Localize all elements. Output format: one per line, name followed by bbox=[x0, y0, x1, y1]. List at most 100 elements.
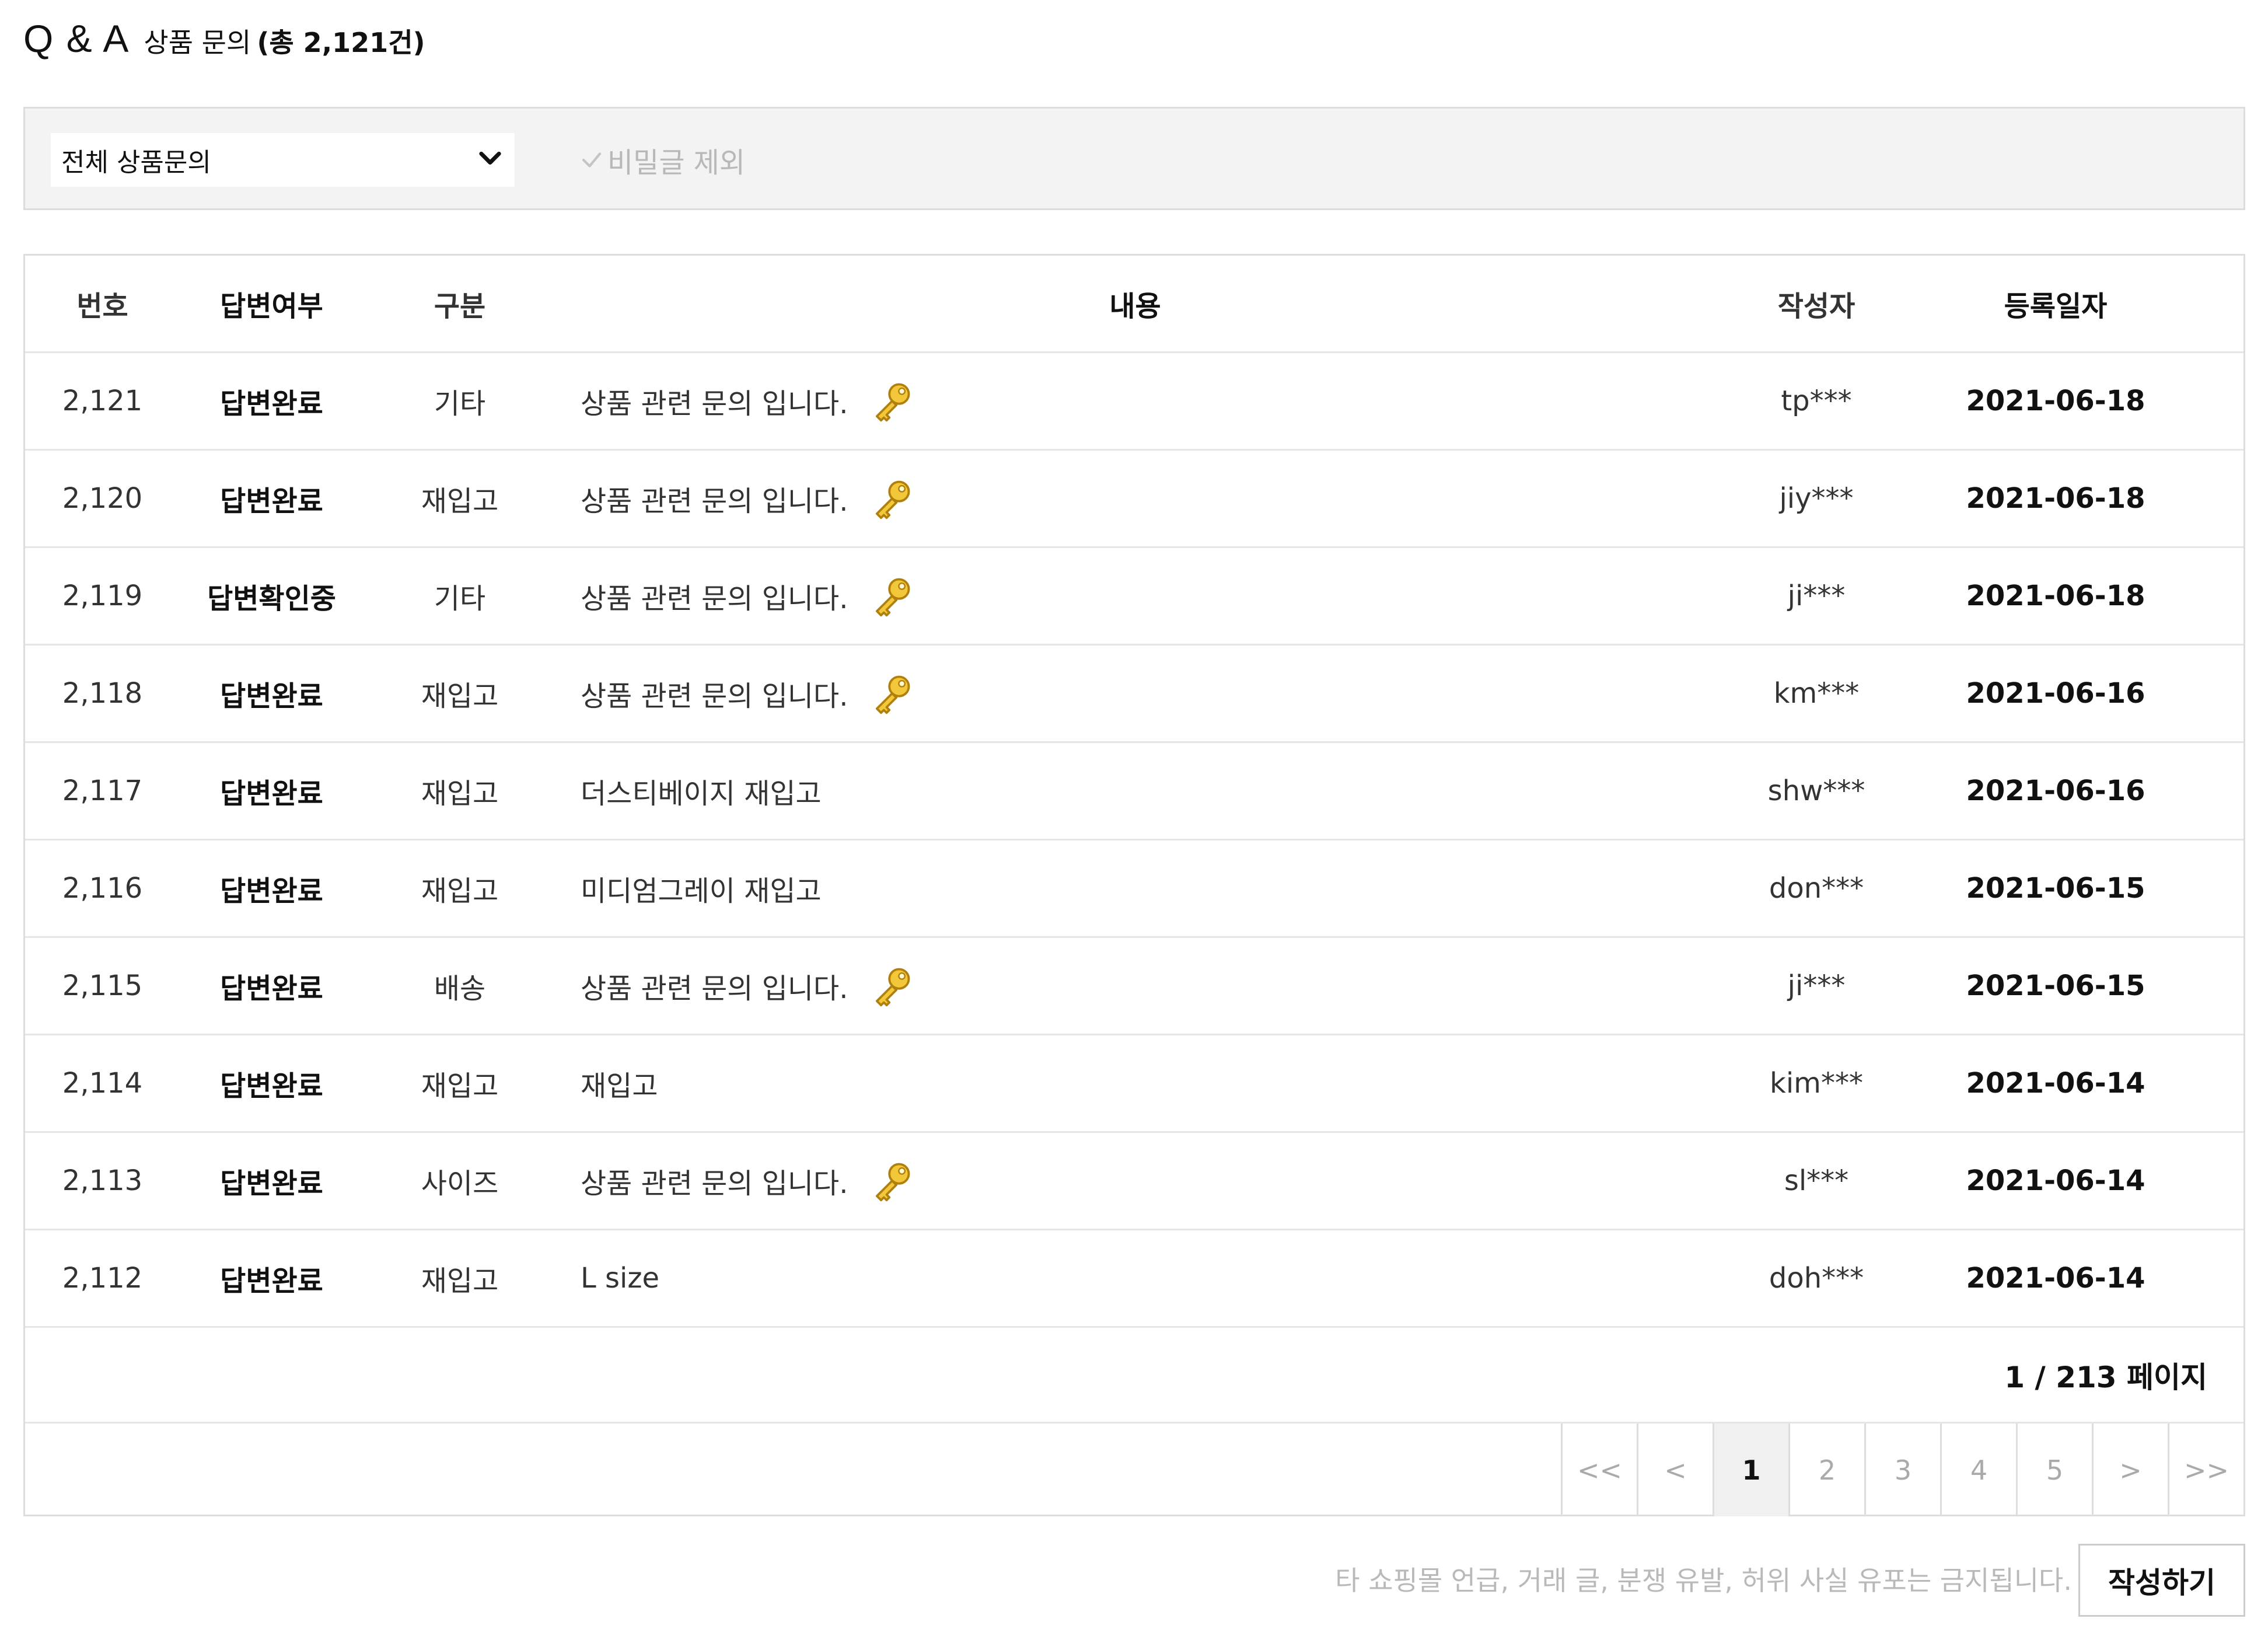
category: 배송 bbox=[434, 972, 486, 1005]
table-row[interactable]: 2,121 답변완료 기타 상품 관련 문의 입니다. tp*** 2021-0… bbox=[25, 353, 2243, 451]
page-button[interactable]: 3 bbox=[1864, 1424, 1940, 1516]
last-page-button[interactable]: >> bbox=[2168, 1424, 2243, 1516]
check-icon bbox=[582, 152, 602, 168]
answer-status: 답변완료 bbox=[220, 388, 323, 420]
answer-status: 답변완료 bbox=[220, 1265, 323, 1297]
pagination: << < 1 2 3 4 5 > >> bbox=[1561, 1424, 2243, 1516]
category-select-value: 전체 상품문의 bbox=[61, 148, 211, 177]
date: 2021-06-15 bbox=[1966, 872, 2145, 905]
post-title-link[interactable]: 상품 관련 문의 입니다. bbox=[581, 353, 1689, 449]
writer: ji*** bbox=[1787, 969, 1846, 1002]
exclude-secret-label: 비밀글 제외 bbox=[607, 146, 746, 179]
header-content: 내용 bbox=[1109, 290, 1161, 323]
qna-board: 번호 답변여부 구분 내용 작성자 등록일자 2,121 답변완료 기타 상품 … bbox=[23, 254, 2245, 1516]
page-info-row: 1 / 213 페이지 bbox=[25, 1328, 2243, 1424]
date: 2021-06-14 bbox=[1966, 1067, 2145, 1100]
answer-status: 답변완료 bbox=[220, 875, 323, 908]
category: 재입고 bbox=[421, 680, 499, 713]
write-button[interactable]: 작성하기 bbox=[2078, 1544, 2245, 1617]
table-row[interactable]: 2,115 답변완료 배송 상품 관련 문의 입니다. ji*** 2021-0… bbox=[25, 938, 2243, 1035]
key-icon bbox=[876, 480, 910, 519]
table-row[interactable]: 2,113 답변완료 사이즈 상품 관련 문의 입니다. sl*** 2021-… bbox=[25, 1133, 2243, 1230]
row-number: 2,117 bbox=[62, 775, 143, 807]
page-subtitle: 상품 문의 bbox=[144, 27, 251, 58]
chevron-down-icon bbox=[479, 151, 501, 165]
filter-bar: 전체 상품문의 비밀글 제외 bbox=[23, 107, 2245, 210]
page-info: 1 / 213 페이지 bbox=[2004, 1361, 2207, 1394]
key-icon bbox=[876, 968, 910, 1007]
table-row[interactable]: 2,117 답변완료 재입고 더스티베이지 재입고 shw*** 2021-06… bbox=[25, 743, 2243, 840]
post-title-link[interactable]: L size bbox=[581, 1230, 1689, 1326]
header-date: 등록일자 bbox=[2004, 290, 2108, 323]
header-status: 답변여부 bbox=[220, 290, 323, 323]
answer-status: 답변완료 bbox=[220, 1070, 323, 1103]
row-number: 2,113 bbox=[62, 1164, 143, 1197]
row-number: 2,112 bbox=[62, 1262, 143, 1295]
post-title: 상품 관련 문의 입니다. bbox=[581, 1167, 848, 1200]
writer: jiy*** bbox=[1779, 482, 1854, 515]
post-title-link[interactable]: 상품 관련 문의 입니다. bbox=[581, 451, 1689, 546]
date: 2021-06-16 bbox=[1966, 677, 2145, 710]
answer-status: 답변완료 bbox=[220, 485, 323, 518]
writer: shw*** bbox=[1767, 775, 1865, 807]
post-title-link[interactable]: 상품 관련 문의 입니다. bbox=[581, 548, 1689, 644]
category: 재입고 bbox=[421, 1265, 499, 1297]
exclude-secret-toggle[interactable]: 비밀글 제외 bbox=[579, 133, 745, 187]
next-page-button[interactable]: > bbox=[2092, 1424, 2168, 1516]
post-title: 상품 관련 문의 입니다. bbox=[581, 680, 848, 713]
date: 2021-06-18 bbox=[1966, 385, 2145, 417]
row-number: 2,114 bbox=[62, 1067, 143, 1100]
post-title-link[interactable]: 미디엄그레이 재입고 bbox=[581, 840, 1689, 936]
page-button-current[interactable]: 1 bbox=[1713, 1424, 1788, 1516]
row-number: 2,115 bbox=[62, 969, 143, 1002]
key-icon bbox=[876, 675, 910, 714]
answer-status: 답변확인중 bbox=[207, 582, 336, 615]
first-page-button[interactable]: << bbox=[1561, 1424, 1637, 1516]
key-icon bbox=[876, 578, 910, 617]
header-writer: 작성자 bbox=[1777, 290, 1855, 323]
post-title: 더스티베이지 재입고 bbox=[581, 777, 822, 810]
post-title-link[interactable]: 상품 관련 문의 입니다. bbox=[581, 646, 1689, 741]
post-title: 상품 관련 문의 입니다. bbox=[581, 582, 848, 615]
writer: sl*** bbox=[1784, 1164, 1849, 1197]
table-row[interactable]: 2,119 답변확인중 기타 상품 관련 문의 입니다. ji*** 2021-… bbox=[25, 548, 2243, 646]
page-button[interactable]: 2 bbox=[1788, 1424, 1864, 1516]
date: 2021-06-16 bbox=[1966, 775, 2145, 807]
date: 2021-06-15 bbox=[1966, 969, 2145, 1002]
table-header-row: 번호 답변여부 구분 내용 작성자 등록일자 bbox=[25, 256, 2243, 353]
date: 2021-06-18 bbox=[1966, 482, 2145, 515]
header-category: 구분 bbox=[434, 290, 486, 323]
page-button[interactable]: 4 bbox=[1940, 1424, 2016, 1516]
post-title-link[interactable]: 상품 관련 문의 입니다. bbox=[581, 938, 1689, 1034]
table-row[interactable]: 2,120 답변완료 재입고 상품 관련 문의 입니다. jiy*** 2021… bbox=[25, 451, 2243, 548]
answer-status: 답변완료 bbox=[220, 972, 323, 1005]
category: 재입고 bbox=[421, 1070, 499, 1103]
writer: doh*** bbox=[1769, 1262, 1864, 1295]
table-row[interactable]: 2,112 답변완료 재입고 L size doh*** 2021-06-14 bbox=[25, 1230, 2243, 1328]
writer: tp*** bbox=[1781, 385, 1852, 417]
post-title-link[interactable]: 재입고 bbox=[581, 1035, 1689, 1131]
page-button[interactable]: 5 bbox=[2016, 1424, 2092, 1516]
post-title: 재입고 bbox=[581, 1070, 658, 1103]
total-count: (총 2,121건) bbox=[257, 27, 425, 58]
row-number: 2,116 bbox=[62, 872, 143, 905]
page-header: Q & A 상품 문의 (총 2,121건) bbox=[23, 16, 425, 75]
category-select[interactable]: 전체 상품문의 bbox=[51, 133, 515, 187]
post-title-link[interactable]: 상품 관련 문의 입니다. bbox=[581, 1133, 1689, 1229]
category: 재입고 bbox=[421, 777, 499, 810]
posting-notice: 타 쇼핑몰 언급, 거래 글, 분쟁 유발, 허위 사실 유포는 금지됩니다. bbox=[1335, 1565, 2072, 1596]
date: 2021-06-18 bbox=[1966, 580, 2145, 612]
table-row[interactable]: 2,116 답변완료 재입고 미디엄그레이 재입고 don*** 2021-06… bbox=[25, 840, 2243, 938]
table-row[interactable]: 2,114 답변완료 재입고 재입고 kim*** 2021-06-14 bbox=[25, 1035, 2243, 1133]
header-no: 번호 bbox=[76, 290, 128, 323]
answer-status: 답변완료 bbox=[220, 680, 323, 713]
table-row[interactable]: 2,118 답변완료 재입고 상품 관련 문의 입니다. km*** 2021-… bbox=[25, 646, 2243, 743]
writer: kim*** bbox=[1770, 1067, 1863, 1100]
date: 2021-06-14 bbox=[1966, 1262, 2145, 1295]
post-title-link[interactable]: 더스티베이지 재입고 bbox=[581, 743, 1689, 839]
prev-page-button[interactable]: < bbox=[1637, 1424, 1713, 1516]
post-title: 상품 관련 문의 입니다. bbox=[581, 388, 848, 420]
writer: km*** bbox=[1773, 677, 1860, 710]
post-title: L size bbox=[581, 1262, 660, 1295]
row-number: 2,118 bbox=[62, 677, 143, 710]
